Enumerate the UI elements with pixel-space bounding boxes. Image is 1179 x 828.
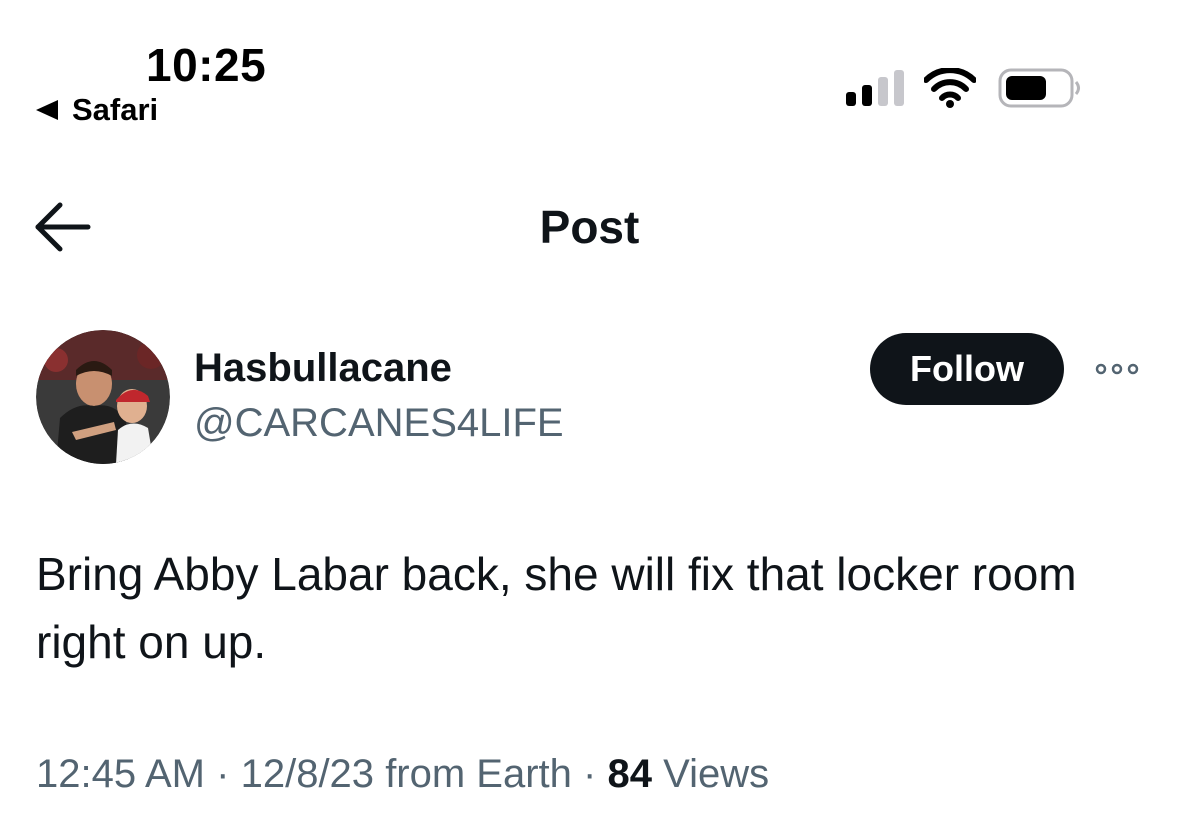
post-meta: 12:45 AM · 12/8/23 from Earth · 84 Views [36,752,769,797]
user-handle[interactable]: @CARCANES4LIFE [194,401,564,446]
display-name[interactable]: Hasbullacane [194,346,452,391]
back-app-label: Safari [72,92,159,127]
wifi-icon [924,68,976,108]
back-to-safari-button[interactable]: Safari [36,92,158,128]
battery-icon [998,68,1080,108]
back-triangle-icon [36,100,58,120]
page-title: Post [539,201,640,253]
post-source: from Earth [385,752,572,796]
avatar[interactable] [36,330,170,464]
post-text: Bring Abby Labar back, she will fix that… [36,548,1077,668]
views-count[interactable]: 84 [607,752,652,796]
status-time: 10:25 [146,39,267,91]
follow-button[interactable]: Follow [870,333,1064,405]
more-horizontal-icon[interactable] [1094,360,1140,378]
post-time[interactable]: 12:45 AM [36,752,205,796]
separator: · [583,752,597,796]
post-date[interactable]: 12/8/23 [241,752,374,796]
views-label[interactable]: Views [663,752,769,796]
cellular-signal-icon [846,70,904,106]
post-screen: 10:25 Safari Post Hasbullacane @CARCANES… [0,0,1179,828]
separator: · [216,752,230,796]
